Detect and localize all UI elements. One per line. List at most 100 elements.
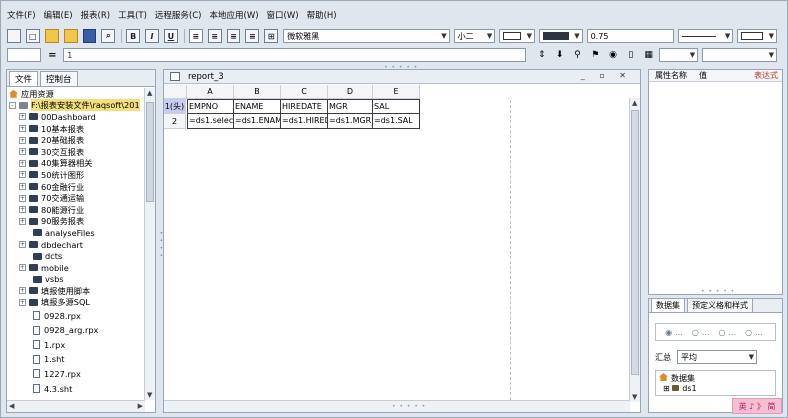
expand-icon[interactable]: + (19, 206, 26, 214)
menu-file[interactable]: 文件(F) (7, 9, 36, 21)
align-left-icon[interactable]: ≡ (188, 29, 203, 43)
open-folder-icon[interactable] (44, 29, 59, 43)
column-header[interactable]: B (234, 85, 281, 99)
align-right-icon[interactable]: ≡ (226, 29, 241, 43)
grid-cell[interactable]: HIREDATE (281, 99, 328, 114)
filter-icon[interactable]: ⚲ (572, 49, 584, 61)
scroll-down-icon[interactable]: ▼ (632, 393, 637, 401)
column-header[interactable]: A (187, 85, 234, 99)
tab-files[interactable]: 文件 (9, 71, 39, 86)
new-report-icon[interactable]: □ (25, 29, 40, 43)
save-icon[interactable] (82, 29, 97, 43)
row-header[interactable]: 1(头) (164, 99, 186, 114)
grid-cell[interactable]: =ds1.HIRED (281, 114, 328, 129)
aggregate-select[interactable]: 平均 ▼ (677, 350, 757, 364)
scroll-down-icon[interactable]: ▼ (147, 391, 152, 399)
expand-icon[interactable]: + (19, 113, 26, 121)
menu-remote[interactable]: 远程服务(C) (155, 9, 202, 21)
expand-icon[interactable]: + (19, 298, 26, 306)
expand-icon[interactable]: + (19, 287, 26, 295)
window-controls[interactable]: _ ▫ ✕ (581, 71, 632, 80)
font-size-select[interactable]: 小二 ▼ (453, 29, 496, 43)
grid-cell[interactable]: MGR (328, 99, 373, 114)
tab-datasets[interactable]: 数据集 (651, 298, 685, 312)
tree-item[interactable]: vsbs (7, 274, 145, 286)
italic-button[interactable]: I (145, 29, 159, 43)
line-color-select[interactable]: ▼ (737, 29, 777, 43)
bold-button[interactable]: B (126, 29, 141, 43)
expand-icon[interactable]: + (19, 264, 26, 272)
column-header[interactable]: D (328, 85, 373, 99)
tree-item[interactable]: +60金融行业 (7, 181, 145, 193)
grid-corner[interactable] (164, 85, 187, 99)
align-center-icon[interactable]: ≡ (207, 29, 222, 43)
border-color-select[interactable]: ▼ (538, 29, 583, 43)
radio-option-3[interactable]: ○... (719, 328, 740, 337)
tree-item[interactable]: +80能源行业 (7, 204, 145, 216)
resource-horizontal-scrollbar[interactable]: ◀ ▶ (7, 400, 145, 412)
resource-vertical-scrollbar[interactable]: ▲ ▼ (144, 88, 155, 400)
radio-option-1[interactable]: ◉... (665, 328, 686, 337)
grid-cell[interactable]: ENAME (234, 99, 281, 114)
tree-item[interactable]: 0928_arg.rpx (7, 323, 145, 338)
tree-item[interactable]: +70交通运输 (7, 192, 145, 204)
input-method-button[interactable]: 英 ♪ 》 简 (732, 398, 782, 414)
menu-report[interactable]: 报表(R) (81, 9, 111, 21)
tree-item[interactable]: 1.rpx (7, 337, 145, 352)
properties-splitter-grip[interactable]: • • • • • (701, 288, 735, 295)
tree-item[interactable]: 4.3.sht (7, 381, 145, 396)
tree-item[interactable]: + 填报多源SQL (7, 297, 145, 309)
scroll-left-icon[interactable]: ◀ (9, 402, 14, 410)
grid-cell[interactable]: =ds1.MGR (328, 114, 373, 129)
expression-select[interactable]: ▼ (658, 48, 699, 62)
scroll-right-icon[interactable]: ▶ (138, 402, 143, 410)
radio-option-2[interactable]: ○... (692, 328, 713, 337)
dataset-root-node[interactable]: 数据集 (659, 373, 772, 384)
expand-icon[interactable]: + (19, 217, 26, 225)
spinner-icon[interactable]: ⇕ (536, 49, 548, 61)
formula-edit-button[interactable]: = (45, 48, 61, 62)
radio-option-4[interactable]: ○... (745, 328, 766, 337)
scroll-thumb[interactable] (146, 102, 154, 202)
tree-item[interactable]: 应用资源 (7, 88, 145, 100)
new-file-icon[interactable] (7, 29, 21, 43)
tree-item[interactable]: +40集算器相关 (7, 158, 145, 170)
expand-icon[interactable]: + (19, 136, 26, 144)
tree-item[interactable]: 1.sht (7, 352, 145, 367)
expand-icon[interactable]: + (19, 171, 26, 179)
tab-console[interactable]: 控制台 (40, 71, 78, 86)
column-header[interactable]: E (373, 85, 420, 99)
collapse-icon[interactable]: - (9, 101, 16, 109)
tree-item[interactable]: + dbdechart (7, 239, 145, 251)
scroll-thumb[interactable] (631, 110, 639, 375)
font-name-select[interactable]: 微软雅黑 ▼ (283, 29, 450, 43)
cell-reference-input[interactable] (7, 48, 41, 62)
tree-item[interactable]: 0928.rpx (7, 308, 145, 323)
underline-button[interactable]: U (163, 29, 178, 43)
grid-cell[interactable]: EMPNO (187, 99, 234, 114)
dataset-ds1-node[interactable]: ⊞ ds1 (659, 384, 772, 393)
expand-icon[interactable]: + (19, 125, 26, 133)
grid-icon[interactable]: ▦ (643, 49, 655, 61)
tab-predefined-styles[interactable]: 预定义格和样式 (687, 298, 753, 312)
menu-tools[interactable]: 工具(T) (118, 9, 147, 21)
tree-item[interactable]: 1227.rpx (7, 367, 145, 382)
menu-edit[interactable]: 编辑(E) (44, 9, 73, 21)
grid-cell[interactable]: SAL (373, 99, 420, 114)
border-width-input[interactable]: 0.75 (586, 29, 674, 43)
expand-icon[interactable]: + (19, 148, 26, 156)
tree-item[interactable]: + 填报使用脚本 (7, 285, 145, 297)
expand-icon[interactable]: + (19, 241, 26, 249)
align-justify-icon[interactable]: ≡ (245, 29, 260, 43)
border-style-select[interactable]: ▼ (499, 29, 535, 43)
editor-horizontal-scrollbar[interactable]: • • • • • (164, 400, 630, 412)
expand-icon[interactable]: + (19, 194, 26, 202)
tree-item[interactable]: +10基本报表 (7, 123, 145, 135)
tree-item[interactable]: +30交互报表 (7, 146, 145, 158)
line-style-select[interactable]: ▼ (677, 29, 734, 43)
menu-local-app[interactable]: 本地应用(W) (210, 9, 259, 21)
editor-vertical-scrollbar[interactable]: ▲ ▼ (629, 98, 640, 402)
tree-item[interactable]: dcts (7, 250, 145, 262)
formula-input[interactable]: 1 (63, 48, 526, 62)
sort-icon[interactable]: ⬇ (554, 49, 566, 61)
